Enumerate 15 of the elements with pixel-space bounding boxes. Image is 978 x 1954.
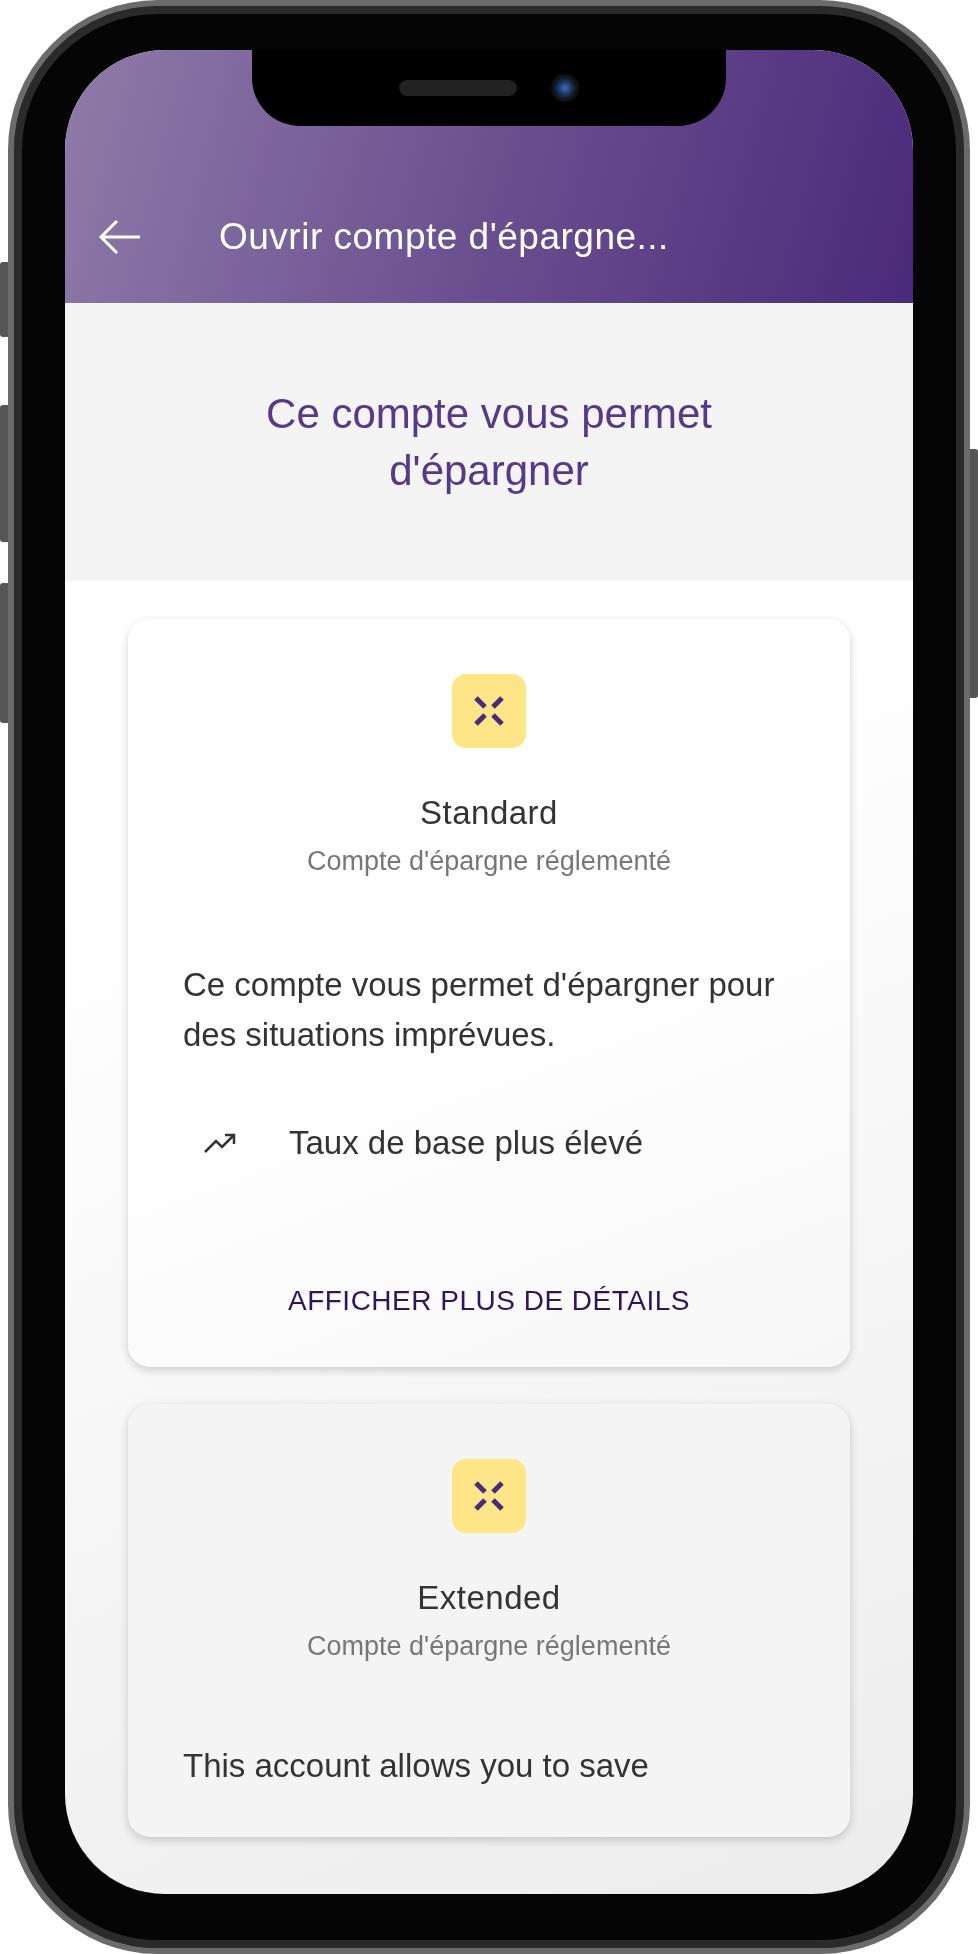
compress-arrows-icon xyxy=(452,1459,526,1533)
trending-up-icon xyxy=(203,1131,237,1155)
compress-arrows-icon xyxy=(452,674,526,748)
account-description: This account allows you to save xyxy=(183,1746,650,1786)
details-button[interactable]: AFFICHER PLUS DE DÉTAILS xyxy=(280,1281,698,1321)
account-description: Ce compte vous permet d'épargner pour des situations imprévues. xyxy=(183,965,776,1055)
account-name: Extended xyxy=(417,1578,561,1618)
account-subtitle: Compte d'épargne réglementé xyxy=(307,845,671,878)
screen-title: Ouvrir compte d'épargne... xyxy=(219,215,669,259)
back-arrow-icon xyxy=(98,219,142,255)
account-name: Standard xyxy=(420,793,558,833)
feature-text: Taux de base plus élevé xyxy=(289,1123,644,1163)
intro-heading: Ce compte vous permet d'épargner xyxy=(265,389,713,496)
camera-lens xyxy=(551,74,579,102)
account-subtitle: Compte d'épargne réglementé xyxy=(307,1630,671,1663)
